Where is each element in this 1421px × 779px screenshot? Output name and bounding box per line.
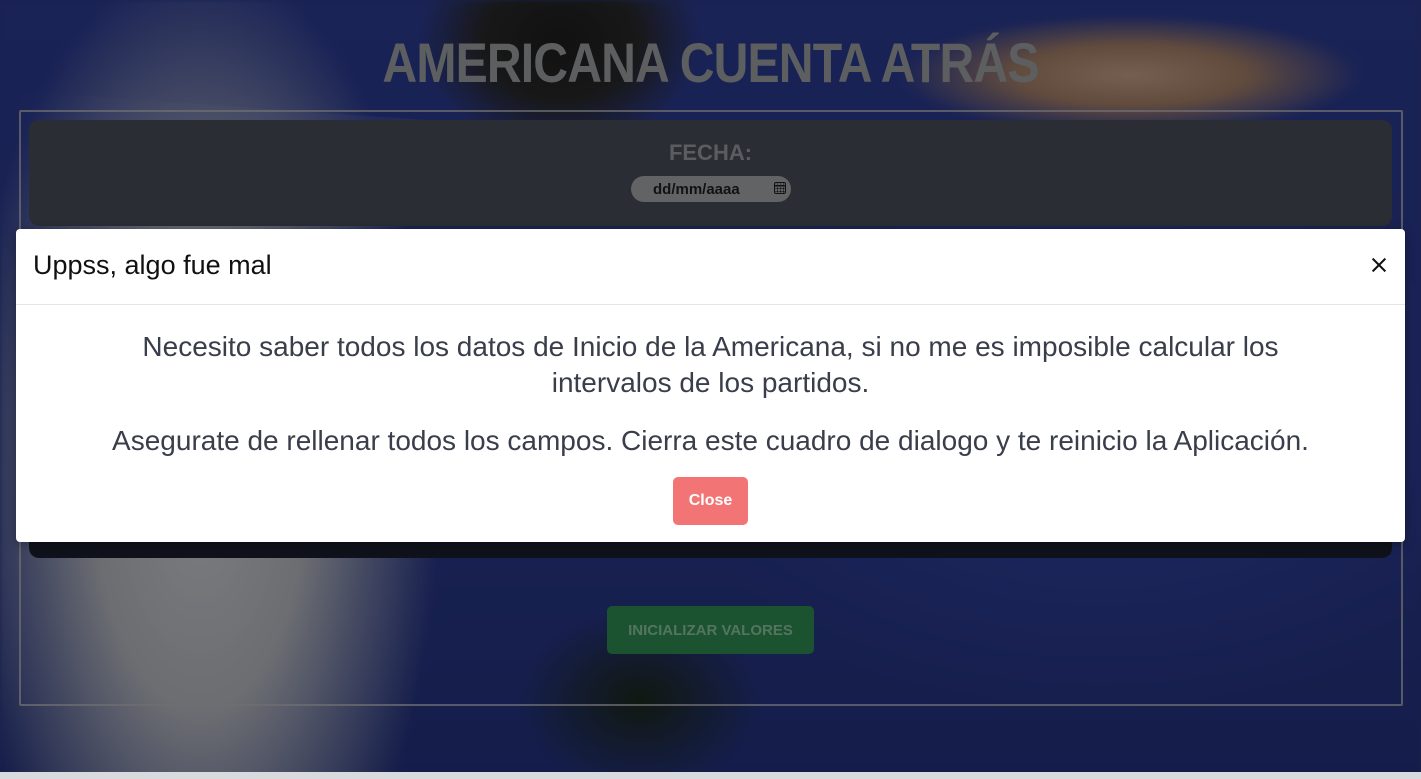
dialog-title: Uppss, algo fue mal: [33, 250, 272, 280]
dialog-message-2: Asegurate de rellenar todos los campos. …: [112, 425, 1309, 456]
close-button[interactable]: Close: [673, 477, 748, 525]
bottom-border: [0, 772, 1421, 779]
dialog-header: Uppss, algo fue mal: [16, 229, 1405, 305]
dialog-body: Necesito saber todos los datos de Inicio…: [16, 329, 1405, 459]
dialog-footer: Close: [16, 477, 1405, 525]
error-dialog: Uppss, algo fue mal Necesito saber todos…: [16, 229, 1405, 542]
close-icon[interactable]: [1369, 255, 1389, 275]
dialog-message-1: Necesito saber todos los datos de Inicio…: [142, 331, 1279, 398]
